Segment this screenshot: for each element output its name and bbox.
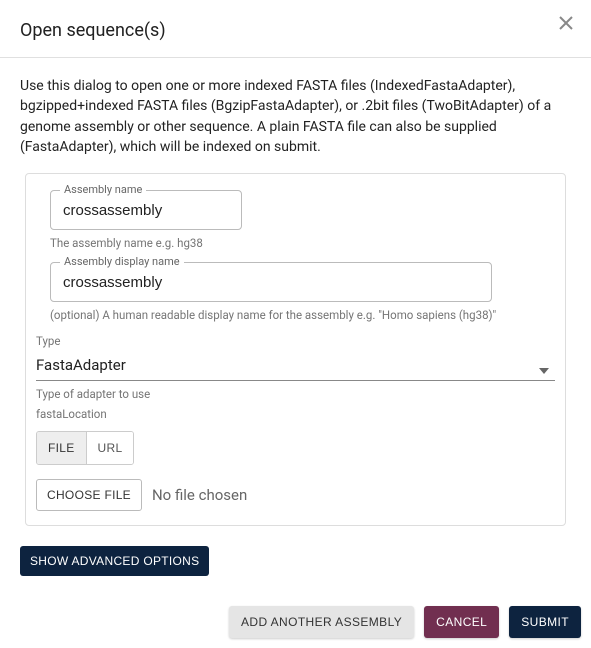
close-button[interactable] [553, 10, 579, 36]
close-icon [557, 14, 575, 32]
choose-file-button[interactable]: CHOOSE FILE [36, 479, 142, 511]
fasta-location-label: fastaLocation [36, 407, 555, 421]
dialog-actions: ADD ANOTHER ASSEMBLY CANCEL SUBMIT [0, 576, 591, 648]
assembly-display-input[interactable] [50, 262, 492, 302]
assembly-name-label: Assembly name [60, 183, 146, 196]
assembly-display-helper: (optional) A human readable display name… [36, 302, 555, 326]
assembly-name-helper: The assembly name e.g. hg38 [36, 230, 555, 254]
assembly-display-label: Assembly display name [60, 255, 184, 268]
tab-file[interactable]: FILE [37, 432, 86, 464]
cancel-button[interactable]: CANCEL [424, 606, 499, 638]
dialog-title: Open sequence(s) [20, 20, 571, 41]
chevron-down-icon [539, 368, 549, 374]
assembly-card: Assembly name The assembly name e.g. hg3… [25, 173, 566, 526]
file-chooser-row: CHOOSE FILE No file chosen [36, 479, 555, 511]
submit-button[interactable]: SUBMIT [509, 606, 581, 638]
dialog-body: Use this dialog to open one or more inde… [0, 58, 591, 546]
location-source-toggle: FILE URL [36, 431, 134, 465]
type-helper: Type of adapter to use [36, 387, 555, 401]
tab-url[interactable]: URL [86, 432, 134, 464]
type-select-value: FastaAdapter [36, 356, 126, 374]
assembly-name-outlined: Assembly name [50, 190, 242, 230]
add-another-assembly-button[interactable]: ADD ANOTHER ASSEMBLY [229, 606, 414, 638]
type-select[interactable]: FastaAdapter [36, 354, 555, 381]
assembly-display-field-wrap: Assembly display name [36, 262, 555, 302]
no-file-chosen-text: No file chosen [152, 486, 247, 504]
type-label: Type [36, 334, 555, 348]
assembly-display-outlined: Assembly display name [50, 262, 492, 302]
assembly-name-input[interactable] [50, 190, 242, 230]
show-advanced-options-button[interactable]: SHOW ADVANCED OPTIONS [20, 546, 209, 576]
type-section: Type FastaAdapter Type of adapter to use… [36, 334, 555, 511]
dialog-description: Use this dialog to open one or more inde… [20, 76, 571, 157]
dialog-header: Open sequence(s) [0, 0, 591, 57]
assembly-name-field-wrap: Assembly name [36, 190, 555, 230]
